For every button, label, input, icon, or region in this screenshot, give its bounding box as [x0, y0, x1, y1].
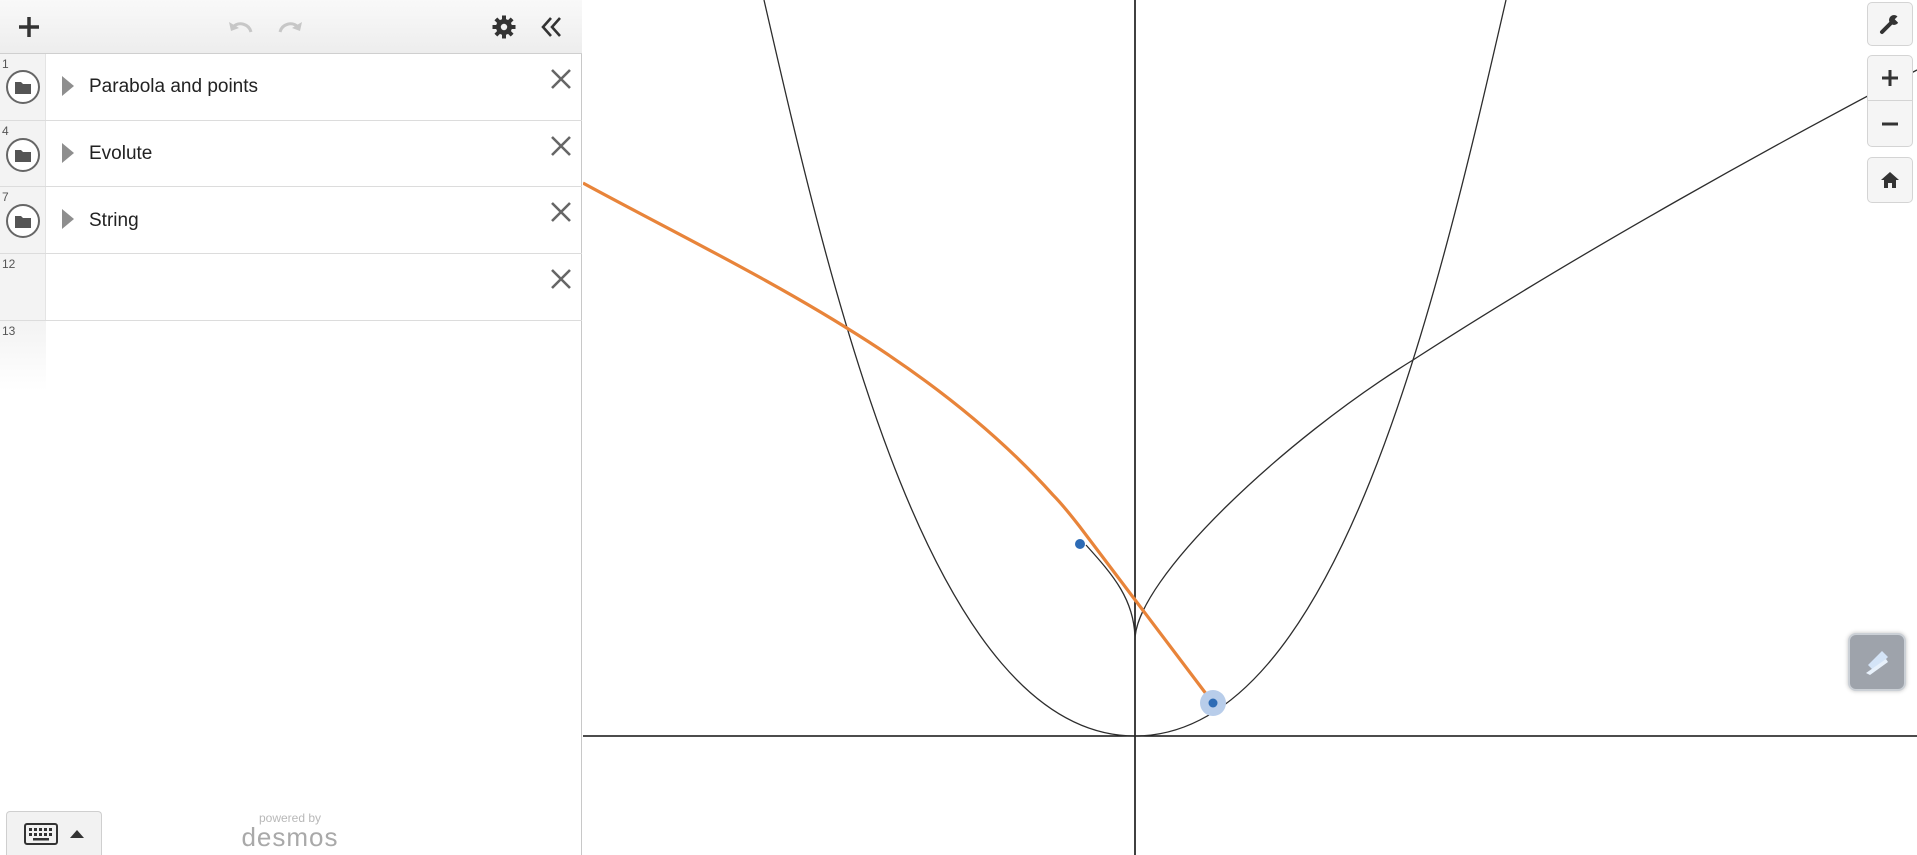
- add-item-button[interactable]: [10, 8, 48, 46]
- delete-expression-button[interactable]: [548, 199, 574, 225]
- string-curve: [583, 181, 1215, 704]
- home-icon: [1881, 172, 1899, 188]
- delete-expression-button[interactable]: [548, 133, 574, 159]
- caret-up-icon: [70, 830, 84, 838]
- graph-canvas[interactable]: [583, 0, 1917, 855]
- expand-triangle-icon[interactable]: [62, 209, 74, 229]
- graph-paper[interactable]: [583, 0, 1917, 855]
- folder-icon: [15, 81, 31, 94]
- desmos-logo: desmos: [241, 822, 339, 852]
- folder-label[interactable]: Parabola and points: [89, 76, 258, 98]
- wrench-icon: [1880, 15, 1901, 34]
- expand-triangle-icon[interactable]: [62, 76, 74, 96]
- expression-folder-row[interactable]: 7 String: [0, 187, 582, 254]
- undo-icon: [229, 22, 253, 33]
- string-point[interactable]: [1075, 539, 1085, 549]
- folder-icon: [15, 149, 31, 162]
- draggable-point[interactable]: [1208, 698, 1218, 708]
- expression-list: 1 Parabola and points 4 Evolute 7 String…: [0, 54, 582, 391]
- folder-toggle[interactable]: [6, 138, 40, 172]
- new-expression-row[interactable]: 13: [0, 321, 582, 391]
- folder-icon: [15, 215, 31, 228]
- graph-settings-button[interactable]: [1867, 2, 1913, 46]
- evolute-curve: [1134, 69, 1917, 641]
- close-icon: [551, 69, 571, 89]
- row-number: 1: [2, 57, 9, 71]
- close-icon: [551, 202, 571, 222]
- expression-panel-header: [0, 0, 582, 54]
- settings-button[interactable]: [485, 8, 523, 46]
- double-chevron-left-icon: [541, 17, 561, 37]
- expression-folder-row[interactable]: 1 Parabola and points: [0, 54, 582, 121]
- undo-button[interactable]: [222, 8, 260, 46]
- folder-label[interactable]: Evolute: [89, 143, 152, 165]
- close-icon: [551, 136, 571, 156]
- expand-triangle-icon[interactable]: [62, 143, 74, 163]
- folder-toggle[interactable]: [6, 70, 40, 104]
- zoom-in-button[interactable]: [1867, 55, 1913, 101]
- delete-expression-button[interactable]: [548, 266, 574, 292]
- close-icon: [551, 269, 571, 289]
- keyboard-toggle-button[interactable]: [6, 811, 102, 855]
- gear-icon: [492, 15, 516, 39]
- row-number: 4: [2, 124, 9, 138]
- row-number: 7: [2, 190, 9, 204]
- desmos-calculator: 1 Parabola and points 4 Evolute 7 String…: [0, 0, 1917, 855]
- hide-panel-button[interactable]: [533, 8, 571, 46]
- plus-icon: [1882, 70, 1898, 86]
- minus-icon: [1882, 122, 1898, 125]
- powered-by-desmos[interactable]: powered by desmos: [240, 812, 340, 850]
- expression-panel: 1 Parabola and points 4 Evolute 7 String…: [0, 0, 582, 855]
- sketch-icon: [1866, 651, 1888, 675]
- keyboard-icon: [24, 822, 58, 845]
- folder-label[interactable]: String: [89, 210, 139, 232]
- default-viewport-button[interactable]: [1867, 157, 1913, 203]
- expression-row[interactable]: 12: [0, 254, 582, 321]
- plus-icon: [19, 17, 39, 37]
- row-number: 13: [2, 324, 16, 338]
- expression-folder-row[interactable]: 4 Evolute: [0, 121, 582, 187]
- redo-button[interactable]: [271, 8, 309, 46]
- folder-toggle[interactable]: [6, 204, 40, 238]
- row-number: 12: [2, 257, 16, 271]
- sketch-button[interactable]: [1848, 633, 1906, 691]
- delete-expression-button[interactable]: [548, 66, 574, 92]
- zoom-out-button[interactable]: [1867, 101, 1913, 147]
- redo-icon: [278, 22, 302, 33]
